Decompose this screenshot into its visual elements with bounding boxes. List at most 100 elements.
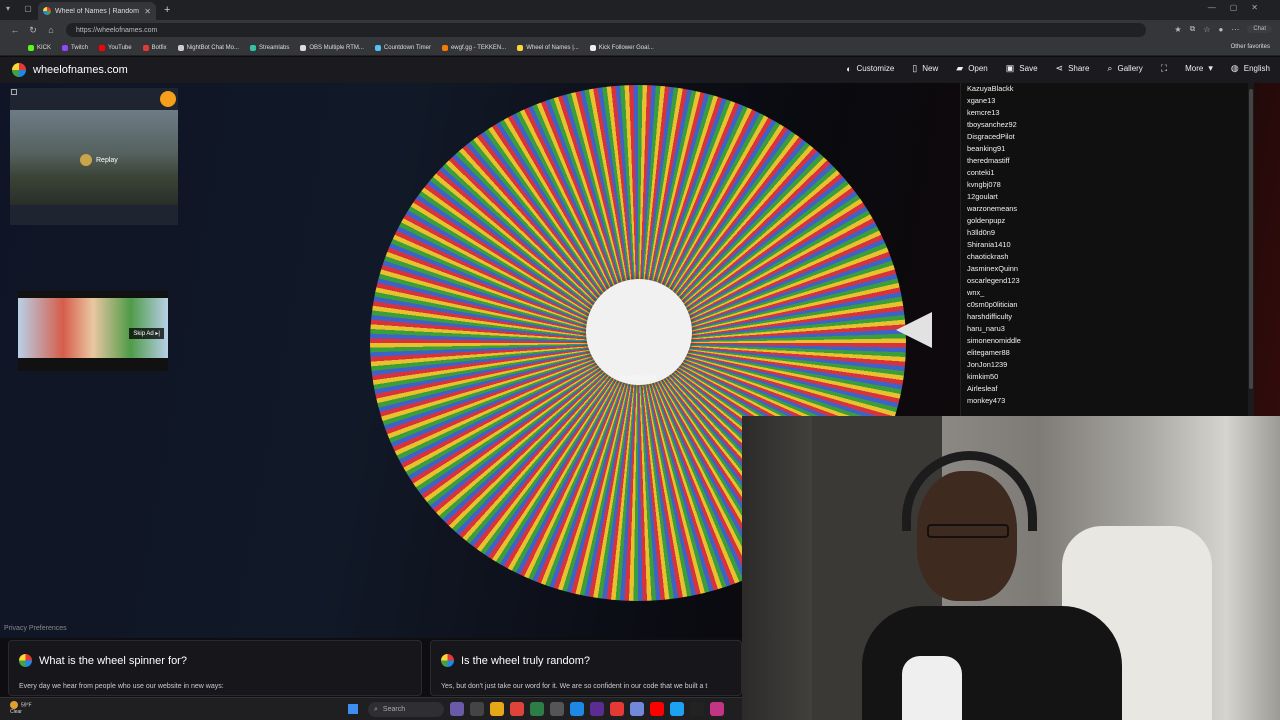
share-button[interactable]: ⋖ Share	[1056, 63, 1090, 74]
faq-body: Yes, but don't just take our word for it…	[441, 683, 708, 690]
entry-item[interactable]: wnx_	[967, 287, 1248, 299]
video-ad[interactable]: Replay	[10, 88, 178, 225]
entry-item[interactable]: goldenpupz	[967, 215, 1248, 227]
bookmark-nightbot[interactable]: NightBot Chat Mo...	[177, 44, 239, 51]
faq-body: Every day we hear from people who use ou…	[19, 683, 224, 690]
back-icon[interactable]: ←	[6, 25, 24, 35]
entry-item[interactable]: c0sm0p0litician	[967, 299, 1248, 311]
new-button[interactable]: ▯ New	[912, 63, 938, 74]
entry-item[interactable]: h3lld0n9	[967, 227, 1248, 239]
bookmark-youtube[interactable]: YouTube	[99, 44, 132, 51]
spreadsheet-icon[interactable]	[530, 702, 544, 716]
entry-item[interactable]: DisgracedPilot	[967, 131, 1248, 143]
discord-icon[interactable]	[630, 702, 644, 716]
entry-item[interactable]: kemcre13	[967, 107, 1248, 119]
entry-item[interactable]: warzonemeans	[967, 203, 1248, 215]
obs-app-icon[interactable]	[590, 702, 604, 716]
faq-title: What is the wheel spinner for?	[39, 654, 187, 667]
chrome-icon[interactable]	[610, 702, 624, 716]
wheel-icon	[517, 44, 524, 51]
wheel-favicon-icon	[43, 7, 51, 15]
entry-item[interactable]: xgane13	[967, 95, 1248, 107]
bookmark-kick[interactable]: KICK	[28, 44, 51, 51]
entry-item[interactable]: Shirania1410	[967, 239, 1248, 251]
settings-icon[interactable]	[550, 702, 564, 716]
window-controls-icon[interactable]: —▢✕	[1208, 3, 1272, 12]
refresh-icon[interactable]: ↻	[24, 25, 42, 36]
bookmark-wheel[interactable]: Wheel of Names |...	[517, 44, 579, 51]
entry-item[interactable]: 12goulart	[967, 191, 1248, 203]
replay-button[interactable]: Replay	[80, 154, 118, 166]
site-name[interactable]: wheelofnames.com	[33, 64, 128, 76]
home-icon[interactable]: ⌂	[42, 25, 60, 35]
task-view-icon[interactable]	[470, 702, 484, 716]
palette-icon: ◐	[846, 63, 852, 74]
entries-list[interactable]: KazuyaBlackk xgane13 kemcre13 tboysanchez92…	[960, 83, 1254, 416]
youtube-app-icon[interactable]	[650, 702, 664, 716]
entry-item[interactable]: harshdifficulty	[967, 311, 1248, 323]
fullscreen-button[interactable]: ⛶	[1161, 63, 1167, 74]
bookmark-countdown[interactable]: Countdown Timer	[374, 44, 431, 51]
extensions-icon[interactable]: ⧉	[1190, 24, 1196, 34]
entry-item[interactable]: Airlesleaf	[967, 383, 1248, 395]
windows-start-icon[interactable]	[347, 703, 359, 715]
entry-item[interactable]: theredmastiff	[967, 155, 1248, 167]
wheel-hub[interactable]	[586, 279, 692, 385]
skip-ad-button[interactable]: Skip Ad ▸|	[129, 328, 164, 339]
instagram-icon[interactable]	[710, 702, 724, 716]
copilot-icon[interactable]	[450, 702, 464, 716]
site-header: wheelofnames.com ◐ Customize ▯ New ▰ Open ▣…	[0, 57, 1280, 83]
scrollbar-thumb[interactable]	[1249, 89, 1253, 389]
wheel-logo-icon[interactable]	[12, 63, 26, 77]
star-icon[interactable]: ★	[1174, 25, 1181, 34]
new-tab-icon[interactable]: +	[164, 4, 170, 16]
entry-item[interactable]: elitegamer88	[967, 347, 1248, 359]
close-tab-icon[interactable]: ✕	[144, 7, 151, 16]
entry-item[interactable]: chaotickrash	[967, 251, 1248, 263]
entry-item[interactable]: JasminexQuinn	[967, 263, 1248, 275]
other-favorites[interactable]: Other favorites	[1231, 44, 1270, 50]
entry-item[interactable]: JonJon1239	[967, 359, 1248, 371]
open-button[interactable]: ▰ Open	[956, 63, 988, 74]
profile-avatar[interactable]: ●	[1218, 25, 1223, 34]
entry-item[interactable]: kvngbj078	[967, 179, 1248, 191]
bookmark-obs[interactable]: OBS Multiple RTM...	[300, 44, 364, 51]
favorites-icon[interactable]: ☆	[1203, 25, 1210, 34]
entry-item[interactable]: tboysanchez92	[967, 119, 1248, 131]
more-menu-button[interactable]: More ▾	[1185, 63, 1213, 74]
weather-widget[interactable]: 59°F Clear	[10, 701, 32, 716]
chat-button[interactable]: Chat	[1247, 25, 1272, 33]
file-explorer-icon[interactable]	[490, 702, 504, 716]
tiktok-icon[interactable]	[690, 702, 704, 716]
entry-item[interactable]: beanking91	[967, 143, 1248, 155]
entry-item[interactable]: haru_naru3	[967, 323, 1248, 335]
browser-tab-active[interactable]: Wheel of Names | Random na ✕	[38, 2, 156, 20]
url-field[interactable]: https://wheelofnames.com	[66, 23, 1146, 37]
entries-scrollbar[interactable]	[1248, 83, 1254, 416]
privacy-preferences-link[interactable]: Privacy Preferences	[4, 625, 67, 632]
app-icon[interactable]	[510, 702, 524, 716]
gallery-button[interactable]: ⌕ Gallery	[1107, 63, 1142, 74]
taskbar-search[interactable]: ⌕ Search	[368, 702, 444, 717]
entry-item[interactable]: kimkim50	[967, 371, 1248, 383]
entry-item[interactable]: oscarlegend123	[967, 275, 1248, 287]
ad-info-icon[interactable]	[11, 89, 17, 95]
messenger-icon[interactable]	[670, 702, 684, 716]
fullscreen-icon: ⛶	[1160, 63, 1168, 73]
save-button[interactable]: ▣ Save	[1006, 63, 1038, 74]
entry-item[interactable]: monkey473	[967, 395, 1248, 407]
bookmark-twitch[interactable]: Twitch	[62, 44, 88, 51]
edge-icon[interactable]	[570, 702, 584, 716]
entry-item[interactable]: simonenomiddle	[967, 335, 1248, 347]
banner-ad[interactable]: Skip Ad ▸|	[18, 291, 168, 371]
bookmark-ewgf[interactable]: ewgf.gg - TEKKEN...	[441, 44, 506, 51]
bookmark-kick-goal[interactable]: Kick Follower Goal...	[589, 44, 654, 51]
bookmark-streamlabs[interactable]: Streamlabs	[249, 44, 289, 51]
bookmark-botfix[interactable]: Botfix	[142, 44, 167, 51]
customize-button[interactable]: ◐ Customize	[846, 63, 894, 74]
tab-controls-icon[interactable]: ▾ ▢	[6, 4, 38, 13]
entry-item[interactable]: KazuyaBlackk	[967, 83, 1248, 95]
more-icon[interactable]: ⋯	[1231, 25, 1239, 34]
entry-item[interactable]: conteki1	[967, 167, 1248, 179]
language-button[interactable]: ◍ English	[1231, 63, 1270, 74]
